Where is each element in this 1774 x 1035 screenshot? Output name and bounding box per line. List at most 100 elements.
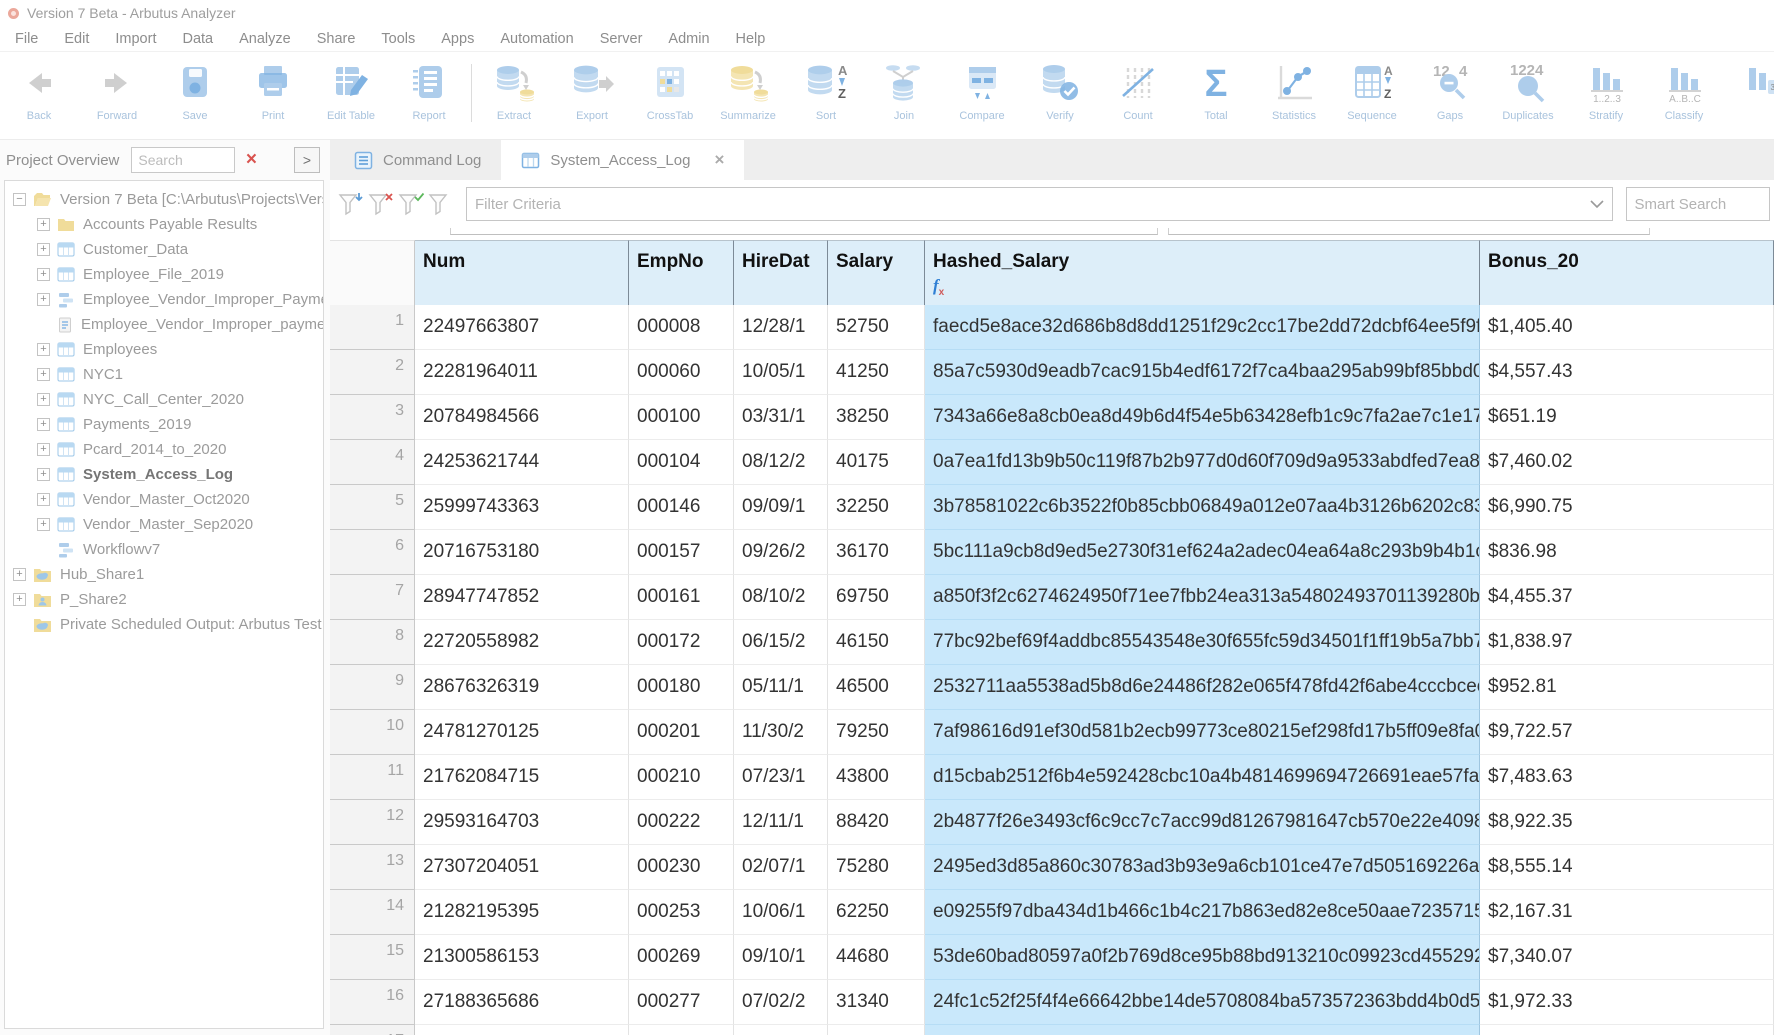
- tree-item-version-7-beta-c-arbutus-projects-versi[interactable]: −Version 7 Beta [C:\Arbutus\Projects\Ver…: [5, 187, 323, 212]
- tree-item-payments-2019[interactable]: +Payments_2019: [5, 412, 323, 437]
- cell-emp[interactable]: 000157: [629, 530, 734, 575]
- column-header-empno[interactable]: EmpNo: [629, 240, 734, 305]
- menu-data[interactable]: Data: [169, 31, 226, 47]
- cell-bonus[interactable]: $7,483.63: [1480, 755, 1774, 800]
- cell-salary[interactable]: 46150: [828, 620, 925, 665]
- menu-admin[interactable]: Admin: [655, 31, 722, 47]
- tab-command-log[interactable]: Command Log: [334, 140, 501, 180]
- row-number[interactable]: 3: [330, 395, 415, 440]
- menu-tools[interactable]: Tools: [368, 31, 428, 47]
- tree-item-customer-data[interactable]: +Customer_Data: [5, 237, 323, 262]
- cell-card[interactable]: 22720558982: [415, 620, 629, 665]
- toolbar-item-button[interactable]: 31: [1723, 52, 1774, 110]
- expand-icon[interactable]: +: [13, 593, 26, 606]
- toolbar-verify-button[interactable]: Verify: [1021, 52, 1099, 122]
- cell-bonus[interactable]: $4,557.43: [1480, 350, 1774, 395]
- cell-hire[interactable]: 07/23/1: [734, 755, 828, 800]
- cell-bonus[interactable]: $7,460.02: [1480, 440, 1774, 485]
- cell-hash[interactable]: faecd5e8ace32d686b8d8dd1251f29c2cc17be2d…: [925, 305, 1480, 350]
- column-header-hiredat[interactable]: HireDat: [734, 240, 828, 305]
- row-number[interactable]: 5: [330, 485, 415, 530]
- cell-hire[interactable]: 12/28/1: [734, 305, 828, 350]
- cell-salary[interactable]: 88420: [828, 800, 925, 845]
- cell-hire[interactable]: 06/15/2: [734, 620, 828, 665]
- filter-criteria-input[interactable]: Filter Criteria: [466, 187, 1613, 221]
- cell-salary[interactable]: 44680: [828, 935, 925, 980]
- toolbar-statistics-button[interactable]: Statistics: [1255, 52, 1333, 122]
- cell-bonus[interactable]: $7,340.07: [1480, 935, 1774, 980]
- cell-salary[interactable]: 40175: [828, 440, 925, 485]
- expand-icon[interactable]: +: [37, 293, 50, 306]
- cell-hash[interactable]: 24fc1c52f25f4f4e66642bbe14de5708084ba573…: [925, 980, 1480, 1025]
- tree-item-employee-vendor-improper-paymen[interactable]: +Employee_Vendor_Improper_paymen: [5, 312, 323, 337]
- cell-hash[interactable]: 2495ed3d85a860c30783ad3b93e9a6cb101ce47e…: [925, 845, 1480, 890]
- toolbar-report-button[interactable]: Report: [390, 52, 468, 122]
- clear-search-icon[interactable]: ×: [241, 149, 261, 171]
- cell-salary[interactable]: 31340: [828, 980, 925, 1025]
- row-number[interactable]: 8: [330, 620, 415, 665]
- cell-card[interactable]: 28676326319: [415, 665, 629, 710]
- tree-item-employee-vendor-improper-paymen[interactable]: +Employee_Vendor_Improper_Paymen: [5, 287, 323, 312]
- cell-hire[interactable]: 02/07/1: [734, 845, 828, 890]
- row-number[interactable]: 7: [330, 575, 415, 620]
- toolbar-total-button[interactable]: ΣTotal: [1177, 52, 1255, 122]
- cell-hire[interactable]: 10/06/1: [734, 890, 828, 935]
- expand-icon[interactable]: +: [37, 418, 50, 431]
- cell-hash[interactable]: 0a7ea1fd13b9b50c119f87b2b977d0d60f709d9a…: [925, 440, 1480, 485]
- cell-hash[interactable]: 2b4877f26e3493cf6c9cc7c7acc99d8126798164…: [925, 800, 1480, 845]
- toolbar-edit-table-button[interactable]: Edit Table: [312, 52, 390, 122]
- cell-hash[interactable]: 53de60bad80597a0f2b769d8ce95b88bd913210c…: [925, 935, 1480, 980]
- cell-bonus[interactable]: $1,972.33: [1480, 980, 1774, 1025]
- cell-salary[interactable]: 69750: [828, 575, 925, 620]
- cell-bonus[interactable]: $1,405.40: [1480, 305, 1774, 350]
- cell-bonus[interactable]: $8,555.14: [1480, 845, 1774, 890]
- expand-icon[interactable]: +: [37, 243, 50, 256]
- toolbar-gaps-button[interactable]: 124Gaps: [1411, 52, 1489, 122]
- menu-server[interactable]: Server: [587, 31, 656, 47]
- cell-bonus[interactable]: $4,455.37: [1480, 575, 1774, 620]
- tree-item-workflowv7[interactable]: +Workflowv7: [5, 537, 323, 562]
- tree-item-vendor-master-oct2020[interactable]: +Vendor_Master_Oct2020: [5, 487, 323, 512]
- toolbar-sequence-button[interactable]: AZSequence: [1333, 52, 1411, 122]
- toolbar-save-button[interactable]: Save: [156, 52, 234, 122]
- toolbar-print-button[interactable]: Print: [234, 52, 312, 122]
- cell-emp[interactable]: 000104: [629, 440, 734, 485]
- cell-salary[interactable]: 41250: [828, 350, 925, 395]
- row-number[interactable]: 15: [330, 935, 415, 980]
- cell-emp[interactable]: 000253: [629, 890, 734, 935]
- cell-card[interactable]: 22281964011: [415, 350, 629, 395]
- toolbar-count-button[interactable]: Count: [1099, 52, 1177, 122]
- cell-salary[interactable]: 36170: [828, 530, 925, 575]
- row-number[interactable]: 16: [330, 980, 415, 1025]
- cell-hash[interactable]: 7af98616d91ef30d581b2ecb99773ce80215ef29…: [925, 710, 1480, 755]
- cell-bonus[interactable]: $1,838.97: [1480, 620, 1774, 665]
- cell-emp[interactable]: 000060: [629, 350, 734, 395]
- menu-automation[interactable]: Automation: [487, 31, 586, 47]
- cell-hire[interactable]: 07/02/2: [734, 980, 828, 1025]
- cell-hire[interactable]: 05/11/1: [734, 665, 828, 710]
- cell-hash[interactable]: 2532711aa5538ad5b8d6e24486f282e065f478fd…: [925, 665, 1480, 710]
- cell-hash[interactable]: a850f3f2c6274624950f71ee7fbb24ea313a5480…: [925, 575, 1480, 620]
- cell-card[interactable]: 22497663807: [415, 305, 629, 350]
- cell-bonus[interactable]: $952.81: [1480, 665, 1774, 710]
- menu-share[interactable]: Share: [304, 31, 369, 47]
- cell-hash[interactable]: 77bc92bef69f4addbc85543548e30f655fc59d34…: [925, 620, 1480, 665]
- expand-icon[interactable]: +: [37, 268, 50, 281]
- cell-salary[interactable]: 62250: [828, 890, 925, 935]
- menu-import[interactable]: Import: [102, 31, 169, 47]
- menu-apps[interactable]: Apps: [428, 31, 487, 47]
- cell-bonus[interactable]: $8,922.35: [1480, 800, 1774, 845]
- cell-hash[interactable]: 5bc111a9cb8d9ed5e2730f31ef624a2adec04ea6…: [925, 530, 1480, 575]
- cell-hire[interactable]: 12/11/1: [734, 800, 828, 845]
- cell-bonus[interactable]: $9,722.57: [1480, 710, 1774, 755]
- cell-hire[interactable]: 11/30/2: [734, 710, 828, 755]
- cell-card[interactable]: 27188365686: [415, 980, 629, 1025]
- cell-emp[interactable]: 000146: [629, 485, 734, 530]
- cell-emp[interactable]: 000277: [629, 980, 734, 1025]
- cell-salary[interactable]: 38250: [828, 395, 925, 440]
- toolbar-classify-button[interactable]: A..B..CClassify: [1645, 52, 1723, 122]
- cell-hire[interactable]: 09/09/1: [734, 485, 828, 530]
- cell-card[interactable]: 27307204051: [415, 845, 629, 890]
- expand-icon[interactable]: +: [37, 393, 50, 406]
- menu-help[interactable]: Help: [723, 31, 779, 47]
